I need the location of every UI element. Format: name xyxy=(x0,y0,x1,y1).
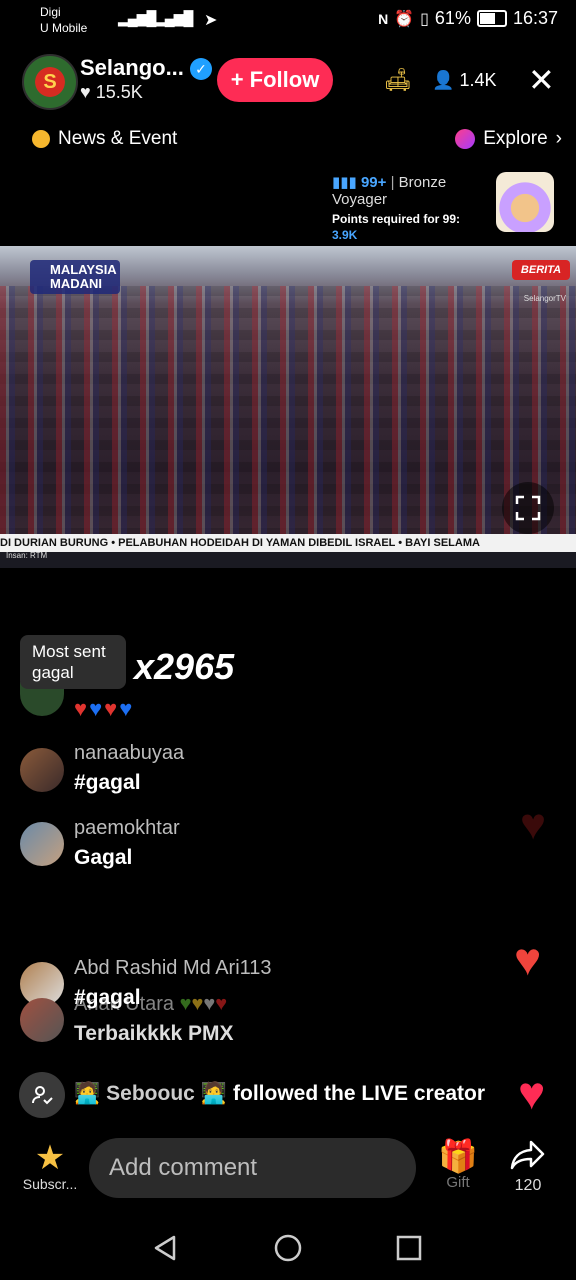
rank-panel[interactable]: ▮▮▮ 99+ | Bronze Voyager Points required… xyxy=(332,173,502,242)
viewer-count[interactable]: 👤 1.4K xyxy=(432,70,496,91)
most-sent-label: Most sent xyxy=(32,642,106,661)
signal-icon: ▂▄▆█ xyxy=(118,10,156,26)
fullscreen-button[interactable] xyxy=(502,482,554,534)
faded-heart-icon: ♥ xyxy=(520,800,547,849)
carrier-2: U Mobile xyxy=(40,21,88,35)
madani-logo: MALAYSIA MADANI xyxy=(30,260,120,294)
user-emoji-icon-2: 🧑‍💻 xyxy=(200,1082,227,1105)
green-heart-icon: ♥ xyxy=(179,993,192,1015)
like-heart-icon[interactable]: ♥ xyxy=(518,1066,545,1120)
battery-icon xyxy=(476,10,507,27)
like-count: ♥ 15.5K xyxy=(80,82,143,103)
comment-text: #gagal xyxy=(74,771,141,794)
share-icon xyxy=(510,1140,545,1170)
rank-divider: | xyxy=(390,174,399,191)
comment-username[interactable]: nanaabuyaa xyxy=(74,742,184,765)
points-label: Points required for 99: xyxy=(332,212,461,226)
comment-text: Terbaikkkk PMX xyxy=(74,1022,234,1045)
news-ticker: DI DURIAN BURUNG • PELABUHAN HODEIDAH DI… xyxy=(0,534,576,552)
join-username[interactable]: Seboouc xyxy=(106,1082,195,1106)
add-comment-input[interactable]: Add comment xyxy=(89,1138,416,1198)
ticker-strip xyxy=(0,552,576,568)
chevron-right-icon: › xyxy=(555,128,562,149)
user-emoji-icon: 🧑‍💻 xyxy=(74,1082,101,1105)
red-heart-icon: ♥ xyxy=(74,696,90,721)
crowd-image xyxy=(0,286,576,538)
status-bar: Digi U Mobile ▂▄▆█ ▂▄▆█ ◠ ➤ N ⏰ ▯ 61% 16… xyxy=(0,0,576,44)
back-icon[interactable] xyxy=(150,1233,180,1263)
red-heart-icon: ♥ xyxy=(104,696,120,721)
heart-icon: ♥ xyxy=(80,82,91,102)
comment-text: Gagal xyxy=(74,846,133,869)
recents-icon[interactable] xyxy=(396,1235,422,1261)
explore-icon xyxy=(455,129,476,149)
explore-label: Explore xyxy=(483,128,548,149)
hearts-row: ♥♥♥♥ xyxy=(74,696,134,722)
grey-heart-icon: ♥ xyxy=(203,993,216,1015)
channel-name[interactable]: Selango... xyxy=(80,55,184,81)
couch-icon[interactable]: 🛋 xyxy=(384,67,412,93)
blue-heart-icon: ♥ xyxy=(119,696,135,721)
live-video[interactable]: MALAYSIA MADANI BERITA SelangorTV DI DUR… xyxy=(0,246,576,568)
gift-button[interactable]: 🎁 Gift xyxy=(438,1138,478,1191)
news-label: News & Event xyxy=(58,128,178,149)
channel-avatar[interactable]: S xyxy=(22,54,78,110)
join-text: followed the LIVE creator xyxy=(233,1082,486,1105)
verified-icon: ✓ xyxy=(190,58,212,80)
most-sent-count: x2965 xyxy=(134,646,235,687)
battery-percent: 61% xyxy=(434,8,471,28)
subscribe-label: Subscr... xyxy=(22,1176,78,1192)
like-count-value: 15.5K xyxy=(95,82,143,102)
user-check-icon xyxy=(32,1086,53,1105)
points-value: 3.9K xyxy=(332,228,358,242)
carrier-1: Digi xyxy=(40,5,61,19)
voyager-badge-icon xyxy=(496,172,554,232)
news-event-button[interactable]: News & Event xyxy=(32,128,177,150)
video-credit: Insan: RTM xyxy=(6,551,48,560)
join-notice: 🧑‍💻 Seboouc 🧑‍💻 followed the LIVE creato… xyxy=(74,1082,485,1106)
home-icon[interactable] xyxy=(273,1233,303,1263)
vibrate-icon: ▯ xyxy=(420,10,429,28)
nfc-icon: N xyxy=(378,10,389,27)
berita-badge: BERITA xyxy=(512,260,570,280)
system-nav-bar xyxy=(0,1215,576,1280)
close-icon[interactable]: ✕ xyxy=(528,64,555,96)
blue-heart-icon: ♥ xyxy=(89,696,105,721)
star-icon: ★ xyxy=(34,1139,66,1177)
share-count: 120 xyxy=(514,1177,542,1194)
most-sent-tooltip: Most sent gagal xyxy=(20,635,126,689)
comment-text: #gagal xyxy=(74,986,141,1009)
telegram-icon: ➤ xyxy=(204,12,217,29)
news-icon xyxy=(32,130,50,148)
gift-label: Gift xyxy=(446,1174,470,1191)
avatar[interactable] xyxy=(20,822,64,866)
gift-icon: 🎁 xyxy=(438,1138,478,1174)
yellow-heart-icon: ♥ xyxy=(191,993,204,1015)
alarm-icon: ⏰ xyxy=(394,10,415,28)
status-right: N ⏰ ▯ 61% 16:37 xyxy=(378,8,558,29)
floating-heart-icon: ♥ xyxy=(514,933,542,985)
person-icon: 👤 xyxy=(432,70,455,90)
viewer-count-value: 1.4K xyxy=(459,70,497,90)
fullscreen-icon xyxy=(515,495,541,521)
rank-bars-icon: ▮▮▮ xyxy=(332,174,357,191)
comment-username[interactable]: paemokhtar xyxy=(74,817,180,840)
clock: 16:37 xyxy=(512,8,558,28)
wifi-icon: ◠ xyxy=(180,12,194,29)
selangortv-watermark: SelangorTV xyxy=(523,294,566,303)
red-heart-icon: ♥ xyxy=(215,993,228,1015)
comment-username[interactable]: Abd Rashid Md Ari113 xyxy=(74,957,272,980)
carrier-info: Digi U Mobile xyxy=(40,4,87,36)
follow-button[interactable]: + Follow xyxy=(217,58,333,102)
avatar[interactable] xyxy=(20,748,64,792)
avatar[interactable] xyxy=(20,998,64,1042)
share-button[interactable]: 120 xyxy=(505,1138,551,1195)
user-follow-icon[interactable] xyxy=(19,1072,65,1118)
subscribe-button[interactable]: ★ Subscr... xyxy=(20,1140,80,1192)
most-sent-word: gagal xyxy=(32,663,74,682)
explore-button[interactable]: Explore › xyxy=(455,128,562,150)
rank-level: 99+ xyxy=(360,174,387,191)
